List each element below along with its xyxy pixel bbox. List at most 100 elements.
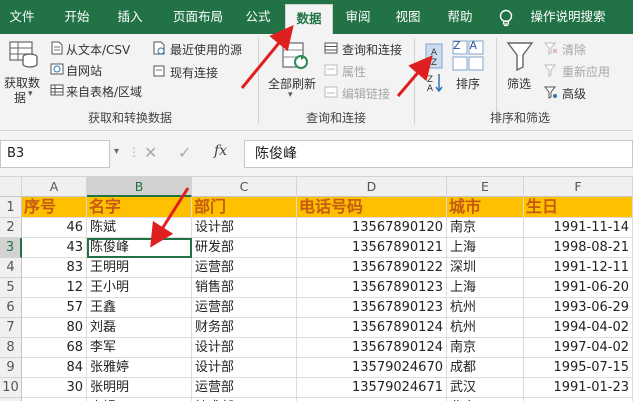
table-cell[interactable]: 13567890122 (297, 258, 447, 278)
table-cell[interactable]: 运营部 (192, 378, 297, 398)
tab-view[interactable]: 视图 (386, 0, 430, 34)
table-cell[interactable]: 1998-08-21 (524, 238, 633, 258)
insert-function-icon[interactable]: fx (214, 143, 227, 159)
formula-input[interactable]: 陈俊峰 (244, 140, 633, 168)
table-cell[interactable]: 王鑫 (87, 298, 192, 318)
header-cell[interactable]: 名字 (87, 197, 192, 218)
advanced-button[interactable]: 高级 (562, 85, 586, 102)
table-cell[interactable]: 1991-01-23 (524, 378, 633, 398)
select-all-corner[interactable] (0, 177, 22, 197)
table-cell[interactable]: 陈俊峰 (87, 238, 192, 258)
tell-me-search[interactable]: 操作说明搜索 (522, 0, 614, 34)
table-cell[interactable]: 43 (22, 238, 87, 258)
table-cell[interactable]: 杭州 (447, 318, 524, 338)
table-cell[interactable]: 84 (22, 358, 87, 378)
table-cell[interactable]: 研发部 (192, 238, 297, 258)
table-cell[interactable]: 销售部 (192, 278, 297, 298)
header-cell[interactable]: 生日 (524, 197, 633, 218)
tab-insert[interactable]: 插入 (108, 0, 152, 34)
table-cell[interactable]: 设计部 (192, 218, 297, 238)
row-header-6[interactable]: 6 (0, 298, 22, 318)
cancel-icon[interactable]: ✕ (144, 143, 157, 162)
table-cell[interactable]: 1991-06-20 (524, 278, 633, 298)
row-header-8[interactable]: 8 (0, 338, 22, 358)
table-cell[interactable]: 南京 (447, 218, 524, 238)
tab-data[interactable]: 数据 (285, 4, 333, 34)
from-web-button[interactable]: 自网站 (66, 62, 102, 79)
table-cell[interactable]: 上海 (447, 278, 524, 298)
table-cell[interactable]: 46 (22, 218, 87, 238)
table-cell[interactable]: 运营部 (192, 298, 297, 318)
table-cell[interactable]: 30 (22, 378, 87, 398)
table-cell[interactable]: 1995-07-15 (524, 358, 633, 378)
table-cell[interactable]: 13579024670 (297, 358, 447, 378)
table-cell[interactable]: 68 (22, 338, 87, 358)
tab-file[interactable]: 文件 (0, 0, 44, 34)
tab-formulas[interactable]: 公式 (236, 0, 280, 34)
queries-connections-button[interactable]: 查询和连接 (342, 41, 402, 58)
table-cell[interactable]: 财务部 (192, 318, 297, 338)
properties-button[interactable]: 属性 (342, 63, 366, 80)
spreadsheet-grid[interactable]: A B C D E F 1 序号 名字 部门 电话号码 城市 生日 2 46 陈斌 设计部 13567890120… (0, 177, 633, 401)
filter-button[interactable]: 筛选 (507, 75, 531, 92)
confirm-icon[interactable]: ✓ (178, 143, 191, 162)
row-header-9[interactable]: 9 (0, 358, 22, 378)
reapply-button[interactable]: 重新应用 (562, 63, 610, 80)
column-header-d[interactable]: D (297, 177, 447, 197)
row-header-5[interactable]: 5 (0, 278, 22, 298)
recent-sources-button[interactable]: 最近使用的源 (170, 41, 242, 58)
from-text-csv-button[interactable]: 从文本/CSV (66, 41, 130, 58)
table-cell[interactable]: 张雅婷 (87, 358, 192, 378)
table-cell[interactable]: 13567890124 (297, 318, 447, 338)
table-cell[interactable]: 1991-12-11 (524, 258, 633, 278)
row-header-7[interactable]: 7 (0, 318, 22, 338)
table-cell[interactable]: 上海 (447, 238, 524, 258)
table-cell[interactable]: 13567890120 (297, 218, 447, 238)
sort-button[interactable]: 排序 (456, 75, 480, 92)
table-cell[interactable]: 1993-06-29 (524, 298, 633, 318)
table-cell[interactable]: 57 (22, 298, 87, 318)
table-cell[interactable]: 张明明 (87, 378, 192, 398)
table-cell[interactable]: 深圳 (447, 258, 524, 278)
table-cell[interactable]: 设计部 (192, 338, 297, 358)
table-cell[interactable]: 杭州 (447, 298, 524, 318)
table-cell[interactable]: 1991-11-14 (524, 218, 633, 238)
tab-home[interactable]: 开始 (55, 0, 99, 34)
tab-page-layout[interactable]: 页面布局 (163, 0, 233, 34)
existing-connections-button[interactable]: 现有连接 (170, 64, 218, 81)
header-cell[interactable]: 部门 (192, 197, 297, 218)
clear-button[interactable]: 清除 (562, 41, 586, 58)
table-cell[interactable]: 12 (22, 278, 87, 298)
table-cell[interactable]: 陈斌 (87, 218, 192, 238)
name-box-dropdown-icon[interactable]: ▾ (114, 146, 119, 157)
table-cell[interactable]: 13567890123 (297, 278, 447, 298)
column-header-e[interactable]: E (447, 177, 524, 197)
row-header-1[interactable]: 1 (0, 197, 22, 218)
header-cell[interactable]: 电话号码 (297, 197, 447, 218)
table-cell[interactable]: 王小明 (87, 278, 192, 298)
row-header-4[interactable]: 4 (0, 258, 22, 278)
row-header-2[interactable]: 2 (0, 218, 22, 238)
table-cell[interactable]: 王明明 (87, 258, 192, 278)
table-cell[interactable]: 南京 (447, 338, 524, 358)
from-table-range-button[interactable]: 来自表格/区域 (66, 83, 142, 100)
table-cell[interactable]: 13579024671 (297, 378, 447, 398)
table-cell[interactable]: 武汉 (447, 378, 524, 398)
row-header-3[interactable]: 3 (0, 238, 22, 258)
table-cell[interactable]: 83 (22, 258, 87, 278)
header-cell[interactable]: 序号 (22, 197, 87, 218)
table-cell[interactable]: 运营部 (192, 258, 297, 278)
table-cell[interactable]: 13567890121 (297, 238, 447, 258)
table-cell[interactable]: 成都 (447, 358, 524, 378)
column-header-c[interactable]: C (192, 177, 297, 197)
tab-review[interactable]: 审阅 (336, 0, 380, 34)
sort-ascending-icon[interactable]: A Z Z A (424, 42, 444, 94)
table-cell[interactable]: 80 (22, 318, 87, 338)
header-cell[interactable]: 城市 (447, 197, 524, 218)
table-cell[interactable]: 1997-04-02 (524, 338, 633, 358)
table-cell[interactable]: 李军 (87, 338, 192, 358)
column-header-a[interactable]: A (22, 177, 87, 197)
column-header-b[interactable]: B (87, 177, 192, 197)
table-cell[interactable]: 1994-04-02 (524, 318, 633, 338)
table-cell[interactable]: 刘磊 (87, 318, 192, 338)
